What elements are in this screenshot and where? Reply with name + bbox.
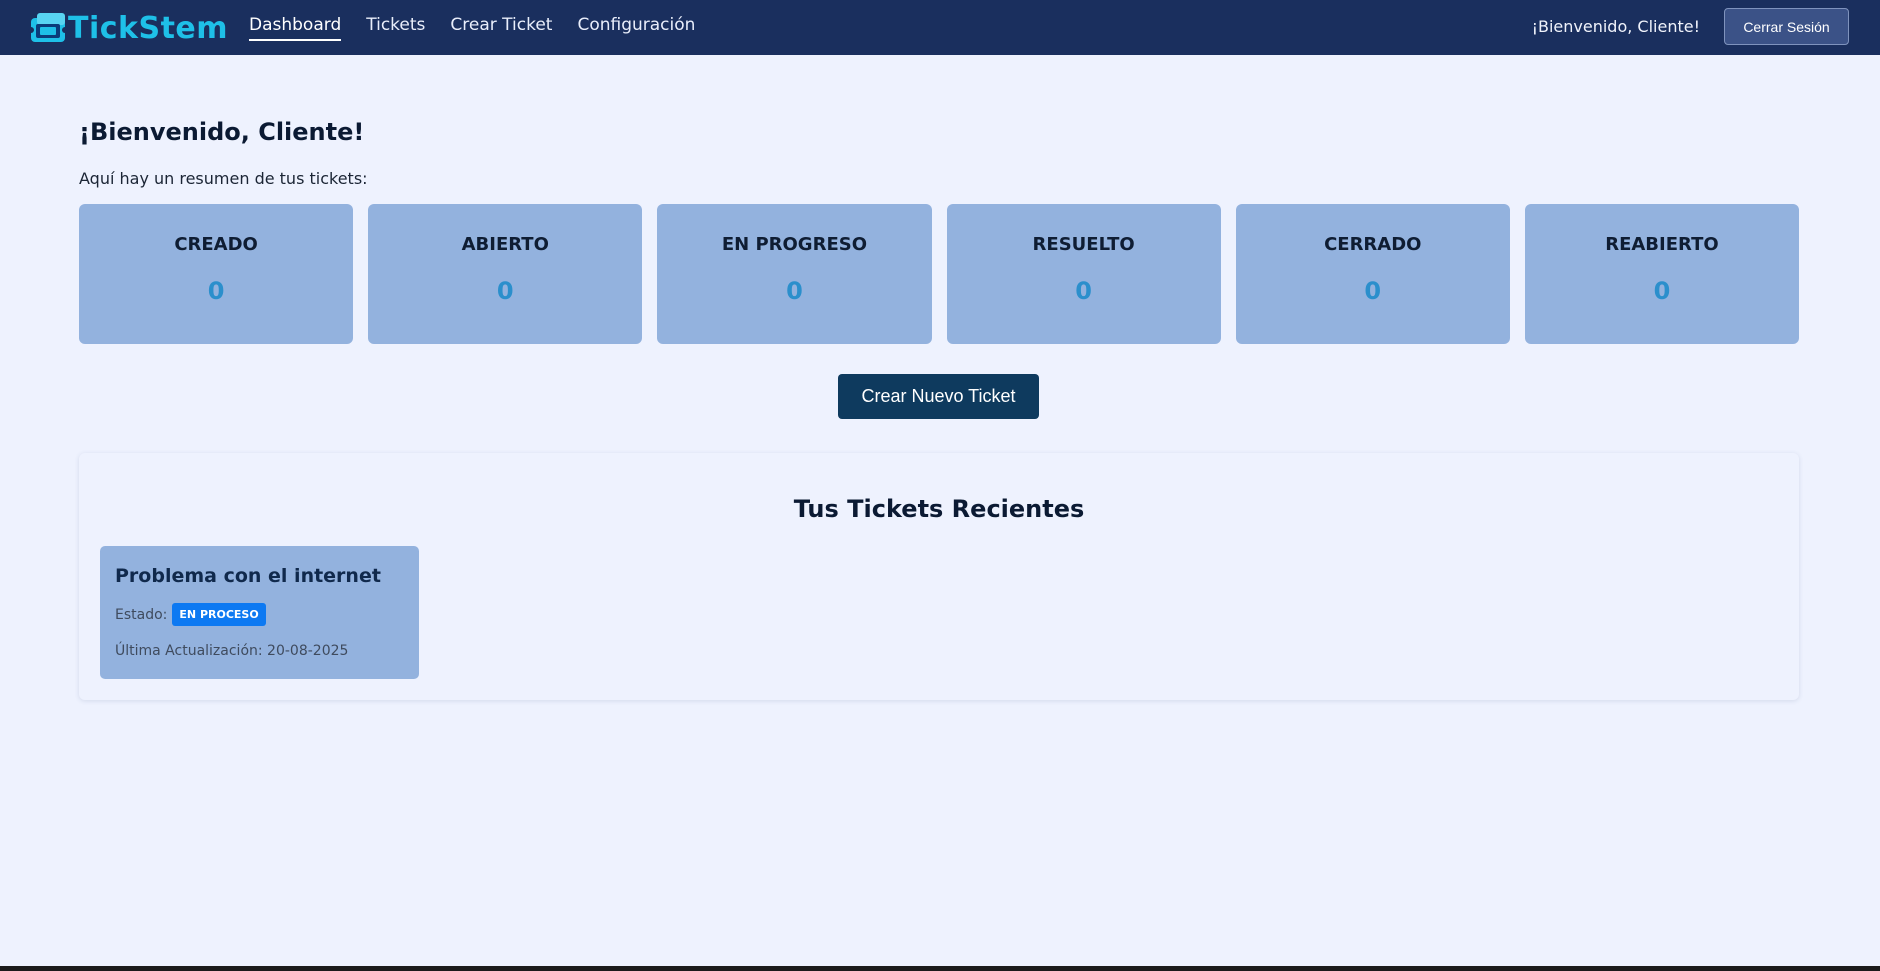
recent-tickets-title: Tus Tickets Recientes bbox=[793, 495, 1085, 523]
stat-value: 0 bbox=[496, 277, 514, 305]
nav-tickets[interactable]: Tickets bbox=[366, 15, 425, 41]
ticket-icon bbox=[28, 13, 68, 42]
ticket-status-row: Estado: EN PROCESO bbox=[115, 603, 266, 626]
ticket-stats: CREADO 0 ABIERTO 0 EN PROGRESO 0 RESUELT… bbox=[79, 204, 1800, 344]
page-title: ¡Bienvenido, Cliente! bbox=[79, 118, 365, 146]
stat-value: 0 bbox=[1653, 277, 1671, 305]
stat-card-en-progreso: EN PROGRESO 0 bbox=[657, 204, 932, 344]
status-badge: EN PROCESO bbox=[172, 603, 266, 626]
stat-value: 0 bbox=[1075, 277, 1092, 305]
stat-value: 0 bbox=[1364, 277, 1382, 305]
stat-card-cerrado: CERRADO 0 bbox=[1235, 204, 1510, 344]
stat-card-abierto: ABIERTO 0 bbox=[368, 204, 643, 344]
stat-card-reabierto: REABIERTO 0 bbox=[1524, 204, 1800, 344]
stat-label: CREADO bbox=[174, 234, 258, 255]
status-label: Estado: bbox=[115, 606, 168, 623]
stat-label: RESUELTO bbox=[1032, 234, 1135, 255]
create-ticket-button[interactable]: Crear Nuevo Ticket bbox=[838, 374, 1039, 419]
recent-tickets-panel: Tus Tickets Recientes Problema con el in… bbox=[79, 453, 1799, 700]
stat-label: CERRADO bbox=[1324, 234, 1422, 255]
window-bottom-edge bbox=[0, 966, 1880, 971]
nav-crear-ticket[interactable]: Crear Ticket bbox=[450, 15, 552, 41]
brand-name: TickStem bbox=[68, 10, 229, 46]
stat-label: EN PROGRESO bbox=[721, 234, 868, 255]
logout-button[interactable]: Cerrar Sesión bbox=[1724, 8, 1849, 45]
top-navbar: TickStem Dashboard Tickets Crear Ticket … bbox=[0, 0, 1880, 55]
ticket-title: Problema con el internet bbox=[115, 565, 381, 587]
nav-dashboard[interactable]: Dashboard bbox=[249, 15, 342, 41]
stat-value: 0 bbox=[786, 277, 803, 305]
summary-text: Aquí hay un resumen de tus tickets: bbox=[79, 169, 368, 188]
nav-configuracion[interactable]: Configuración bbox=[577, 15, 695, 41]
brand[interactable]: TickStem bbox=[28, 8, 228, 48]
user-greeting: ¡Bienvenido, Cliente! bbox=[1531, 17, 1700, 36]
stat-label: REABIERTO bbox=[1605, 234, 1719, 255]
stat-card-creado: CREADO 0 bbox=[79, 204, 354, 344]
ticket-card[interactable]: Problema con el internet Estado: EN PROC… bbox=[100, 546, 419, 679]
stat-value: 0 bbox=[207, 277, 225, 305]
main-nav: Dashboard Tickets Crear Ticket Configura… bbox=[249, 0, 720, 55]
ticket-last-updated: Última Actualización: 20-08-2025 bbox=[115, 643, 349, 659]
stat-label: ABIERTO bbox=[461, 234, 549, 255]
stat-card-resuelto: RESUELTO 0 bbox=[946, 204, 1221, 344]
